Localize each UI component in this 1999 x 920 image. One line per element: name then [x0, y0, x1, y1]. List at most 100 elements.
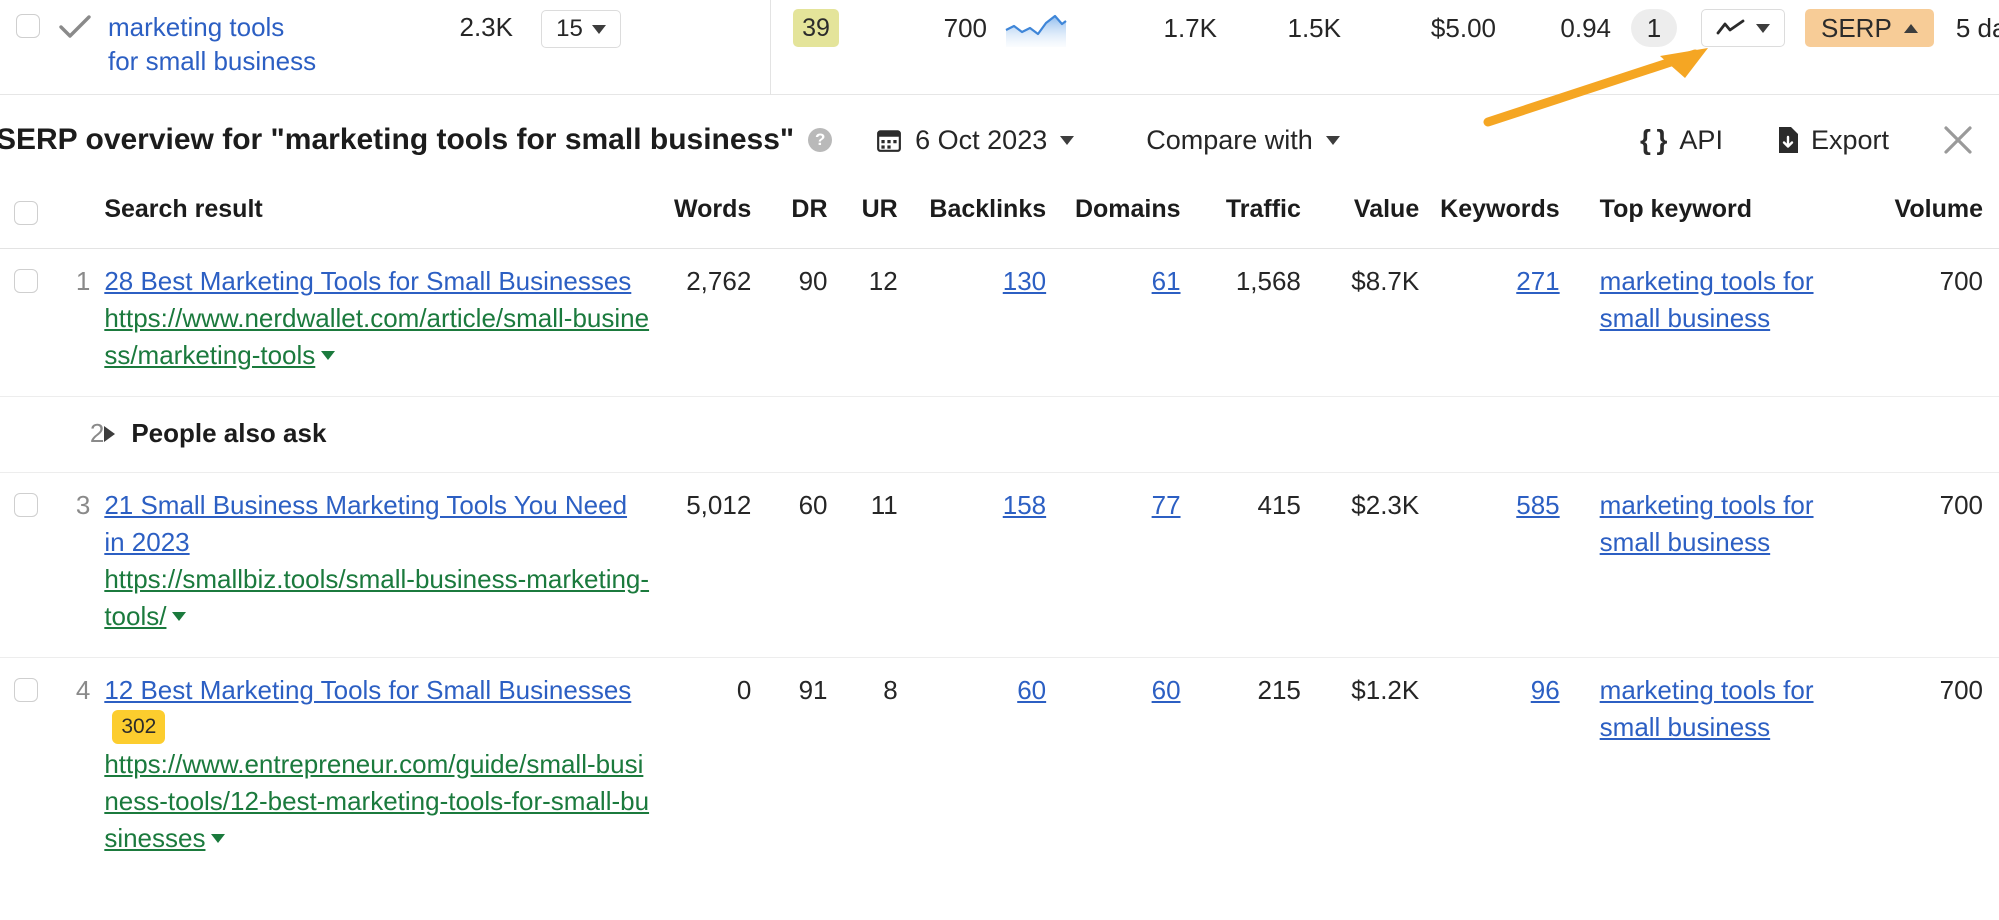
keyword-link[interactable]: marketing tools for small business	[108, 10, 373, 78]
top-keyword-link[interactable]: marketing tools for small business	[1600, 487, 1869, 561]
question-mark-icon[interactable]: ?	[808, 128, 832, 152]
column-header-ur[interactable]: UR	[842, 185, 914, 249]
column-header-dr[interactable]: DR	[769, 185, 841, 249]
cell-ur: 8	[842, 658, 914, 880]
keyword-row-left: marketing tools for small business 2.3K …	[0, 0, 771, 95]
table-row[interactable]: 321 Small Business Marketing Tools You N…	[0, 473, 1999, 658]
result-title-link[interactable]: 28 Best Marketing Tools for Small Busine…	[104, 266, 631, 296]
date-picker[interactable]: 6 Oct 2023	[876, 125, 1074, 156]
keywords-link[interactable]: 271	[1516, 266, 1559, 296]
column-header-domains[interactable]: Domains	[1064, 185, 1196, 249]
result-title-link[interactable]: 12 Best Marketing Tools for Small Busine…	[104, 675, 631, 705]
serp-button-label: SERP	[1821, 13, 1892, 44]
search-result-cell: 28 Best Marketing Tools for Small Busine…	[104, 249, 651, 397]
cell-value: $2.3K	[1317, 473, 1435, 658]
domains-link[interactable]: 61	[1152, 266, 1181, 296]
cell-keywords[interactable]: 585	[1435, 473, 1577, 658]
row-select-checkbox[interactable]	[14, 269, 38, 293]
metric-domains: 1.5K	[1217, 9, 1341, 47]
backlinks-link[interactable]: 60	[1017, 675, 1046, 705]
table-header: Search result Words DR UR Backlinks Doma…	[0, 185, 1999, 249]
cell-domains[interactable]: 61	[1064, 249, 1196, 397]
row-select-checkbox[interactable]	[14, 678, 38, 702]
position-select[interactable]: 15	[541, 10, 621, 48]
cell-domains[interactable]: 60	[1064, 658, 1196, 880]
result-url-link[interactable]: https://www.nerdwallet.com/article/small…	[104, 300, 651, 374]
cell-volume: 700	[1869, 473, 1999, 658]
chevron-down-icon	[592, 25, 606, 34]
keywords-link[interactable]: 585	[1516, 490, 1559, 520]
backlinks-link[interactable]: 158	[1003, 490, 1046, 520]
cell-backlinks[interactable]: 60	[914, 658, 1064, 880]
result-url-link[interactable]: https://smallbiz.tools/small-business-ma…	[104, 561, 651, 635]
metric-backlinks: 1.7K	[1067, 9, 1217, 47]
table-header-row: Search result Words DR UR Backlinks Doma…	[0, 185, 1999, 249]
cell-top-keyword[interactable]: marketing tools for small business	[1578, 249, 1869, 397]
cell-top-keyword[interactable]: marketing tools for small business	[1578, 473, 1869, 658]
chevron-down-icon	[1326, 136, 1340, 145]
row-position: 3	[52, 473, 104, 658]
row-position: 2	[52, 397, 104, 473]
keyword-row-metrics: 39 700 1.7K 1.5K $5.00 0.94 1 SERP	[771, 0, 1999, 95]
cell-keywords[interactable]: 96	[1435, 658, 1577, 880]
row-checkbox-cell[interactable]	[0, 249, 52, 397]
domains-link[interactable]: 77	[1152, 490, 1181, 520]
line-chart-icon	[1716, 19, 1746, 37]
column-header-words[interactable]: Words	[651, 185, 769, 249]
cell-words: 5,012	[651, 473, 769, 658]
cell-dr: 91	[769, 658, 841, 880]
chevron-down-icon[interactable]	[172, 612, 186, 621]
top-keyword-link[interactable]: marketing tools for small business	[1600, 263, 1869, 337]
serp-feature-cell[interactable]: People also ask	[104, 397, 1999, 473]
column-header-top-keyword[interactable]: Top keyword	[1578, 185, 1869, 249]
row-checkbox-cell[interactable]	[0, 658, 52, 880]
chevron-down-icon[interactable]	[211, 834, 225, 843]
serp-toggle-button[interactable]: SERP	[1805, 9, 1934, 47]
expand-triangle-icon[interactable]	[104, 426, 115, 442]
serp-overview-header: SERP overview for "marketing tools for s…	[0, 95, 1999, 185]
row-checkbox-cell	[0, 397, 52, 473]
select-all-checkbox[interactable]	[14, 201, 38, 225]
cell-words: 2,762	[651, 249, 769, 397]
row-checkbox-cell[interactable]	[0, 473, 52, 658]
column-header-backlinks[interactable]: Backlinks	[914, 185, 1064, 249]
serp-feature-row[interactable]: 2People also ask	[0, 397, 1999, 473]
keywords-link[interactable]: 96	[1531, 675, 1560, 705]
column-header-keywords[interactable]: Keywords	[1435, 185, 1577, 249]
close-icon[interactable]	[1941, 123, 1975, 157]
api-label: API	[1679, 125, 1723, 156]
cell-backlinks[interactable]: 158	[914, 473, 1064, 658]
table-body: 128 Best Marketing Tools for Small Busin…	[0, 249, 1999, 880]
chart-dropdown-button[interactable]	[1701, 9, 1785, 47]
cell-top-keyword[interactable]: marketing tools for small business	[1578, 658, 1869, 880]
compare-with-label: Compare with	[1146, 125, 1313, 156]
keyword-row[interactable]: marketing tools for small business 2.3K …	[0, 0, 1999, 95]
cell-dr: 60	[769, 473, 841, 658]
cell-backlinks[interactable]: 130	[914, 249, 1064, 397]
row-select-checkbox[interactable]	[16, 14, 40, 38]
column-header-search-result[interactable]: Search result	[104, 185, 651, 249]
backlinks-link[interactable]: 130	[1003, 266, 1046, 296]
column-header-volume[interactable]: Volume	[1869, 185, 1999, 249]
compare-with-dropdown[interactable]: Compare with	[1146, 125, 1340, 156]
api-button[interactable]: { } API	[1640, 124, 1723, 156]
cell-keywords[interactable]: 271	[1435, 249, 1577, 397]
cell-domains[interactable]: 77	[1064, 473, 1196, 658]
download-file-icon	[1777, 126, 1799, 154]
top-keyword-link[interactable]: marketing tools for small business	[1600, 672, 1869, 746]
result-url-link[interactable]: https://www.entrepreneur.com/guide/small…	[104, 746, 651, 857]
chevron-down-icon[interactable]	[321, 351, 335, 360]
table-row[interactable]: 412 Best Marketing Tools for Small Busin…	[0, 658, 1999, 880]
result-title-link[interactable]: 21 Small Business Marketing Tools You Ne…	[104, 490, 627, 557]
row-select-checkbox[interactable]	[14, 493, 38, 517]
cell-ur: 11	[842, 473, 914, 658]
keyword-line-1: marketing tools	[108, 10, 373, 44]
domains-link[interactable]: 60	[1152, 675, 1181, 705]
export-button[interactable]: Export	[1777, 125, 1889, 156]
table-row[interactable]: 128 Best Marketing Tools for Small Busin…	[0, 249, 1999, 397]
row-position: 1	[52, 249, 104, 397]
column-header-traffic[interactable]: Traffic	[1197, 185, 1317, 249]
keyword-difficulty-badge: 39	[793, 9, 839, 47]
column-header-value[interactable]: Value	[1317, 185, 1435, 249]
serp-results-table: Search result Words DR UR Backlinks Doma…	[0, 185, 1999, 879]
